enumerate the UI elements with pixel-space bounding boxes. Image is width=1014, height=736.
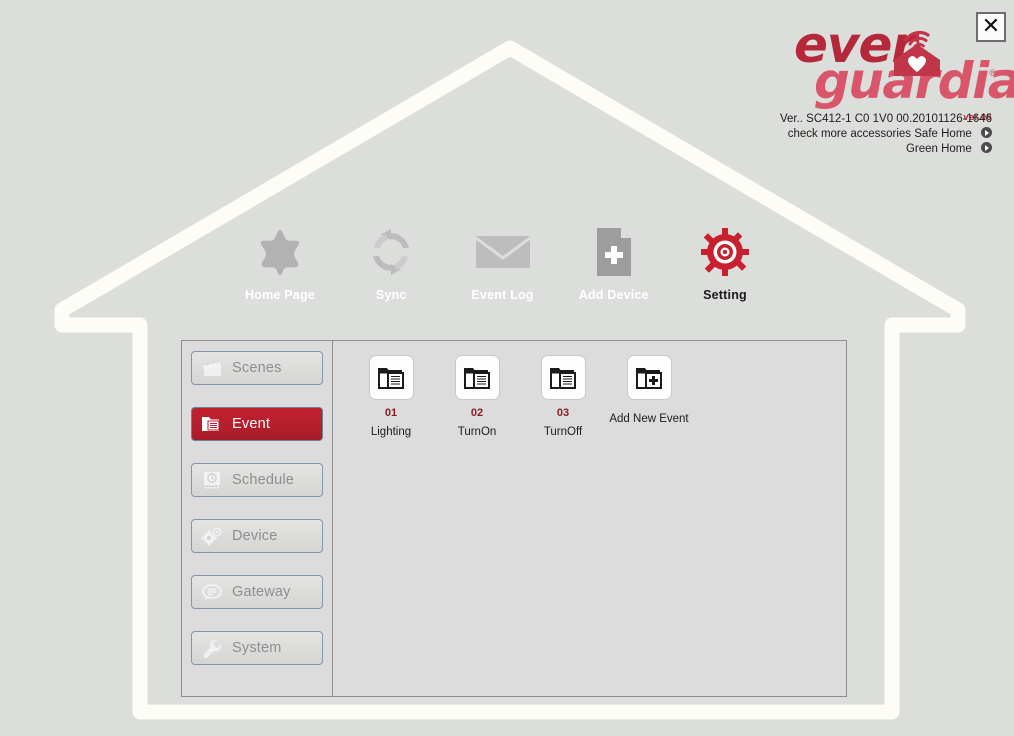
folder-lines-icon bbox=[368, 355, 414, 400]
app-window: ✕ ever guardian ® ver.05 Ver.. SC412-1 C bbox=[0, 0, 1014, 736]
sidebar-item-event[interactable]: Event bbox=[191, 407, 323, 441]
event-tile-number: 03 bbox=[556, 407, 570, 419]
settings-sidebar: Scenes Event Schedule Device Gateway Sys… bbox=[182, 341, 333, 696]
nav-item-add-device[interactable]: Add Device bbox=[564, 226, 664, 302]
event-tile-turnoff[interactable]: 03 TurnOff bbox=[520, 355, 606, 439]
event-tile-number: 02 bbox=[470, 407, 484, 419]
nav-item-home-page[interactable]: Home Page bbox=[230, 226, 330, 302]
add-new-event-label: Add New Event bbox=[609, 413, 689, 425]
wrench-icon bbox=[192, 638, 232, 658]
folder-lines-icon bbox=[192, 414, 232, 434]
registered-mark: ® bbox=[989, 68, 996, 78]
nav-item-event-log[interactable]: Event Log bbox=[453, 226, 553, 302]
arrow-right-icon-green-home[interactable] bbox=[981, 142, 992, 153]
sidebar-label-schedule: Schedule bbox=[232, 472, 295, 488]
sidebar-item-schedule[interactable]: Schedule bbox=[191, 463, 323, 497]
nav-label-add-device: Add Device bbox=[578, 288, 649, 302]
sidebar-item-gateway[interactable]: Gateway bbox=[191, 575, 323, 609]
nav-label-event-log: Event Log bbox=[471, 288, 534, 302]
sidebar-label-system: System bbox=[232, 640, 282, 656]
sidebar-label-scenes: Scenes bbox=[232, 360, 282, 376]
accessories-line: check more accessories Safe Home bbox=[762, 127, 992, 142]
nav-item-sync[interactable]: Sync bbox=[341, 226, 441, 302]
arrow-right-icon-safe-home[interactable] bbox=[981, 127, 992, 138]
sidebar-item-scenes[interactable]: Scenes bbox=[191, 351, 323, 385]
green-home-link[interactable]: Green Home bbox=[906, 143, 972, 155]
event-tile-label: TurnOff bbox=[543, 426, 583, 438]
settings-panel: Scenes Event Schedule Device Gateway Sys… bbox=[181, 340, 847, 697]
add-new-event-tile[interactable]: Add New Event bbox=[606, 355, 692, 426]
event-tile-number: 01 bbox=[384, 407, 398, 419]
firmware-version-line: Ver.. SC412-1 C0 1V0 00.20101126-1646 bbox=[779, 113, 992, 125]
star-icon bbox=[230, 226, 330, 278]
gears-icon bbox=[192, 526, 232, 546]
gear-icon bbox=[675, 226, 775, 278]
envelope-icon bbox=[453, 226, 553, 278]
event-tile-label: Lighting bbox=[370, 426, 412, 438]
event-tile-turnon[interactable]: 02 TurnOn bbox=[434, 355, 520, 439]
event-tile-list: 01 Lighting 02 TurnOn 03 TurnOff Add New… bbox=[348, 355, 846, 439]
sidebar-label-gateway: Gateway bbox=[232, 584, 291, 600]
nav-label-home-page: Home Page bbox=[245, 288, 315, 302]
nav-label-setting: Setting bbox=[703, 288, 747, 302]
clapperboard-icon bbox=[192, 358, 232, 378]
alarm-clock-icon bbox=[192, 470, 232, 490]
meta-info-block: Ver.. SC412-1 C0 1V0 00.20101126-1646 ch… bbox=[762, 112, 992, 157]
folder-lines-icon bbox=[454, 355, 500, 400]
event-tile-label: TurnOn bbox=[457, 426, 497, 438]
house-wifi-heart-icon bbox=[894, 30, 940, 76]
event-content-area: 01 Lighting 02 TurnOn 03 TurnOff Add New… bbox=[334, 341, 846, 696]
nav-label-sync: Sync bbox=[375, 288, 407, 302]
safe-home-link[interactable]: Safe Home bbox=[914, 128, 972, 140]
sync-refresh-icon bbox=[341, 226, 441, 278]
speech-bubble-icon bbox=[192, 582, 232, 602]
sidebar-label-device: Device bbox=[232, 528, 278, 544]
top-navigation: Home Page Sync Event Log Add Device Sett… bbox=[230, 226, 775, 318]
document-plus-icon bbox=[564, 226, 664, 278]
sidebar-label-event: Event bbox=[232, 416, 271, 432]
folder-plus-icon bbox=[626, 355, 672, 400]
accessories-text: check more accessories bbox=[787, 128, 912, 140]
sidebar-item-system[interactable]: System bbox=[191, 631, 323, 665]
green-home-line: Green Home bbox=[762, 142, 992, 157]
folder-lines-icon bbox=[540, 355, 586, 400]
brand-logo: ever guardian ® ver.05 bbox=[792, 20, 1014, 122]
sidebar-item-device[interactable]: Device bbox=[191, 519, 323, 553]
event-tile-lighting[interactable]: 01 Lighting bbox=[348, 355, 434, 439]
nav-item-setting[interactable]: Setting bbox=[675, 226, 775, 302]
